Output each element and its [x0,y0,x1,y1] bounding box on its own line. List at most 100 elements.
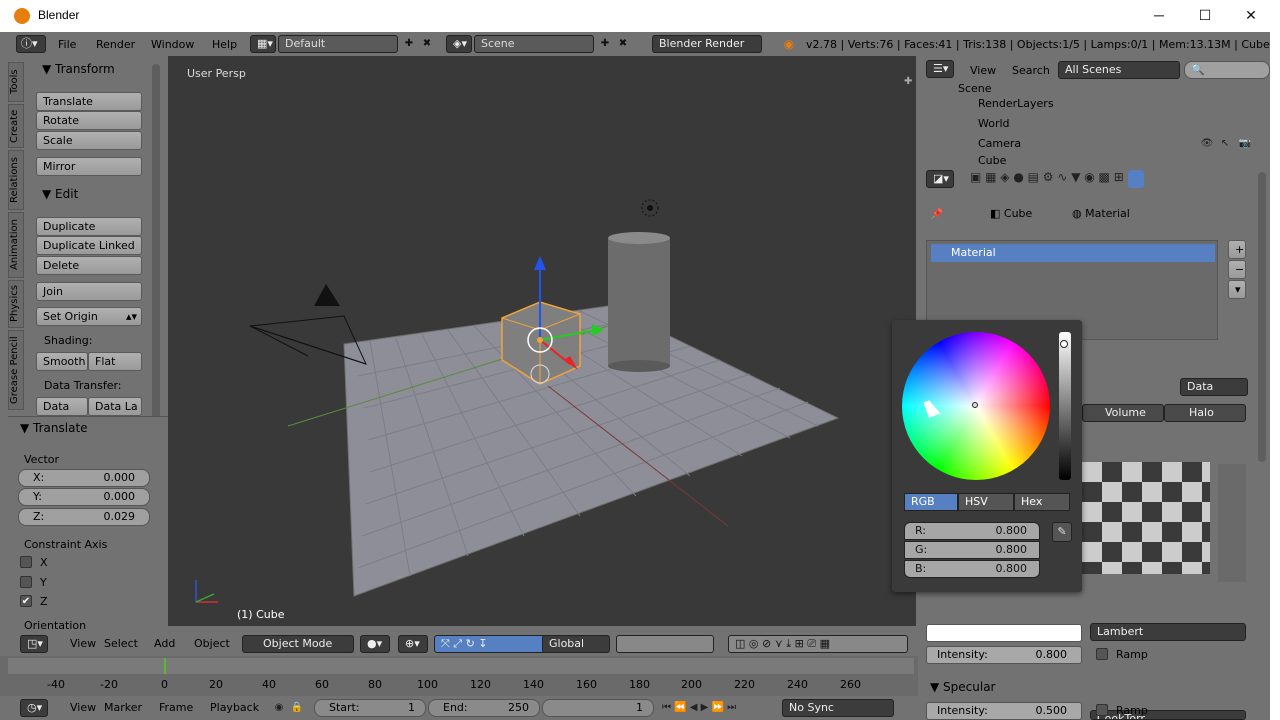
render-camera-icon[interactable]: 📷 [1238,137,1252,151]
tab-physics[interactable]: Physics [8,280,24,328]
tab-tools[interactable]: Tools [8,62,24,102]
material-tab-icon[interactable] [1128,170,1144,188]
operator-panel-header[interactable]: ▼ Translate [20,421,88,435]
edit-panel-header[interactable]: ▼ Edit [42,187,78,201]
orientation-dropdown[interactable]: Global [542,635,610,653]
specular-panel-header[interactable]: ▼ Specular [930,680,996,694]
timeline-editor-type[interactable]: ◷▾ [20,699,48,717]
properties-editor-type[interactable]: ◪▾ [926,170,954,188]
scene-icon[interactable]: ◈▾ [446,35,472,53]
axis-x-checkbox[interactable] [20,556,32,568]
specular-shader-dropdown[interactable]: CookTorr [1090,710,1246,720]
value-slider[interactable] [1059,332,1071,480]
outliner-item-scene[interactable]: Scene [958,82,992,95]
eyedropper-icon[interactable]: ✎ [1052,522,1072,542]
editor-type-button[interactable]: ◳▾ [20,635,48,653]
remove-scene-icon[interactable]: ✖ [616,37,630,51]
toolshelf-scrollbar[interactable] [152,64,160,434]
delete-button[interactable]: Delete [36,256,142,275]
slot-specials-button[interactable]: ▾ [1228,280,1246,299]
vector-y-field[interactable]: Y: 0.000 [18,488,150,506]
vector-x-field[interactable]: X: 0.000 [18,469,150,487]
pin-icon[interactable]: 📌 [930,208,944,222]
translate-button[interactable]: Translate [36,92,142,111]
minimize-button[interactable]: ─ [1136,0,1182,32]
color-tab-hex[interactable]: Hex [1014,493,1070,511]
diffuse-shader-dropdown[interactable]: Lambert [1090,623,1246,641]
timeline-menu-playback[interactable]: Playback [210,701,259,714]
outliner-editor-type[interactable]: ☰▾ [926,60,954,78]
shading-dropdown[interactable]: ●▾ [360,635,390,653]
close-button[interactable]: ✕ [1228,0,1274,32]
record-icon[interactable]: ◉ [272,701,286,715]
axis-z-checkbox[interactable]: ✔ [20,595,32,607]
diffuse-intensity-field[interactable]: Intensity: 0.800 [926,646,1082,664]
smooth-button[interactable]: Smooth [36,352,88,371]
set-origin-dropdown[interactable]: Set Origin ▴▾ [36,307,142,326]
menu-window[interactable]: Window [151,38,194,51]
viewport-plus-icon[interactable]: ✚ [904,76,912,87]
remove-layout-icon[interactable]: ✖ [420,37,434,51]
value-slider-handle[interactable] [1060,340,1068,348]
end-frame-field[interactable]: End: 250 [428,699,540,717]
menu-view[interactable]: View [70,637,96,650]
halo-tab[interactable]: Halo [1164,404,1246,422]
color-wheel-cursor[interactable] [972,402,978,408]
playback-controls-icon[interactable]: ⏮ ⏪ ◀ ▶ ⏩ ⏭ [662,701,762,715]
layout-icon[interactable]: ▦▾ [250,35,276,53]
mode-dropdown[interactable]: Object Mode [242,635,354,653]
viewport-tools[interactable]: ◫ ◎ ⊘ ⋎ ⤓ ⊞ ⎚ ▦ [728,635,908,653]
specular-intensity-field[interactable]: Intensity: 0.500 [926,702,1082,720]
outliner-filter-dropdown[interactable]: All Scenes [1058,61,1180,79]
manipulator-group[interactable]: ⤧ ⤢ ↻ ↧ [434,635,546,653]
outliner-search-input[interactable]: 🔍 [1184,61,1270,79]
select-cursor-icon[interactable]: ↖ [1218,137,1232,151]
render-engine-dropdown[interactable]: Blender Render [652,35,762,53]
lock-icon[interactable]: 🔒 [290,701,304,715]
axis-y-checkbox[interactable] [20,576,32,588]
3d-viewport[interactable]: User Persp (1) Cube ✚ [168,56,916,626]
green-channel-field[interactable]: G: 0.800 [904,541,1040,559]
sync-dropdown[interactable]: No Sync [782,699,894,717]
volume-tab[interactable]: Volume [1082,404,1164,422]
layout-field[interactable]: Default [278,35,398,53]
menu-help[interactable]: Help [212,38,237,51]
visibility-eye-icon[interactable]: 👁 [1200,137,1214,151]
outliner-item-renderlayers[interactable]: RenderLayers [978,97,1054,110]
color-picker-popup[interactable]: RGB HSV Hex R: 0.800 G: 0.800 B: 0.800 ✎ [892,320,1082,592]
rotate-button[interactable]: Rotate [36,111,142,130]
tab-relations[interactable]: Relations [8,150,24,210]
red-channel-field[interactable]: R: 0.800 [904,522,1040,540]
scene-field[interactable]: Scene [474,35,594,53]
outliner-item-camera[interactable]: Camera [978,137,1021,150]
color-tab-rgb[interactable]: RGB [904,493,958,511]
flat-button[interactable]: Flat [88,352,142,371]
diffuse-ramp-checkbox[interactable] [1096,648,1108,660]
add-layout-icon[interactable]: ✚ [402,37,416,51]
start-frame-field[interactable]: Start: 1 [314,699,426,717]
menu-add[interactable]: Add [154,637,175,650]
menu-object[interactable]: Object [194,637,230,650]
add-scene-icon[interactable]: ✚ [598,37,612,51]
pivot-dropdown[interactable]: ⊕▾ [398,635,428,653]
blue-channel-field[interactable]: B: 0.800 [904,560,1040,578]
outliner-menu-search[interactable]: Search [1012,64,1050,77]
color-tab-hsv[interactable]: HSV [958,493,1014,511]
data-layers-button[interactable]: Data La [88,397,142,416]
menu-render[interactable]: Render [96,38,135,51]
mirror-button[interactable]: Mirror [36,157,142,176]
current-frame-marker[interactable] [164,658,166,674]
transform-panel-header[interactable]: ▼ Transform [42,62,115,76]
timeline-menu-marker[interactable]: Marker [104,701,142,714]
timeline-track[interactable] [8,658,914,674]
outliner-item-world[interactable]: World [978,117,1010,130]
tab-animation[interactable]: Animation [8,212,24,278]
data-dropdown[interactable]: Data [1180,378,1248,396]
tab-create[interactable]: Create [8,104,24,148]
properties-context-tabs[interactable]: ▣ ▦ ◈ ● ▤ ⚙ ∿ ▼ ◉ ▩ ⊞ ✎ [970,170,1212,190]
timeline-menu-frame[interactable]: Frame [159,701,193,714]
timeline-area[interactable]: -40 -20 0 20 40 60 80 100 120 140 160 18… [0,656,918,696]
vector-z-field[interactable]: Z: 0.029 [18,508,150,526]
preview-type-column[interactable] [1218,464,1246,582]
outliner-menu-view[interactable]: View [970,64,996,77]
